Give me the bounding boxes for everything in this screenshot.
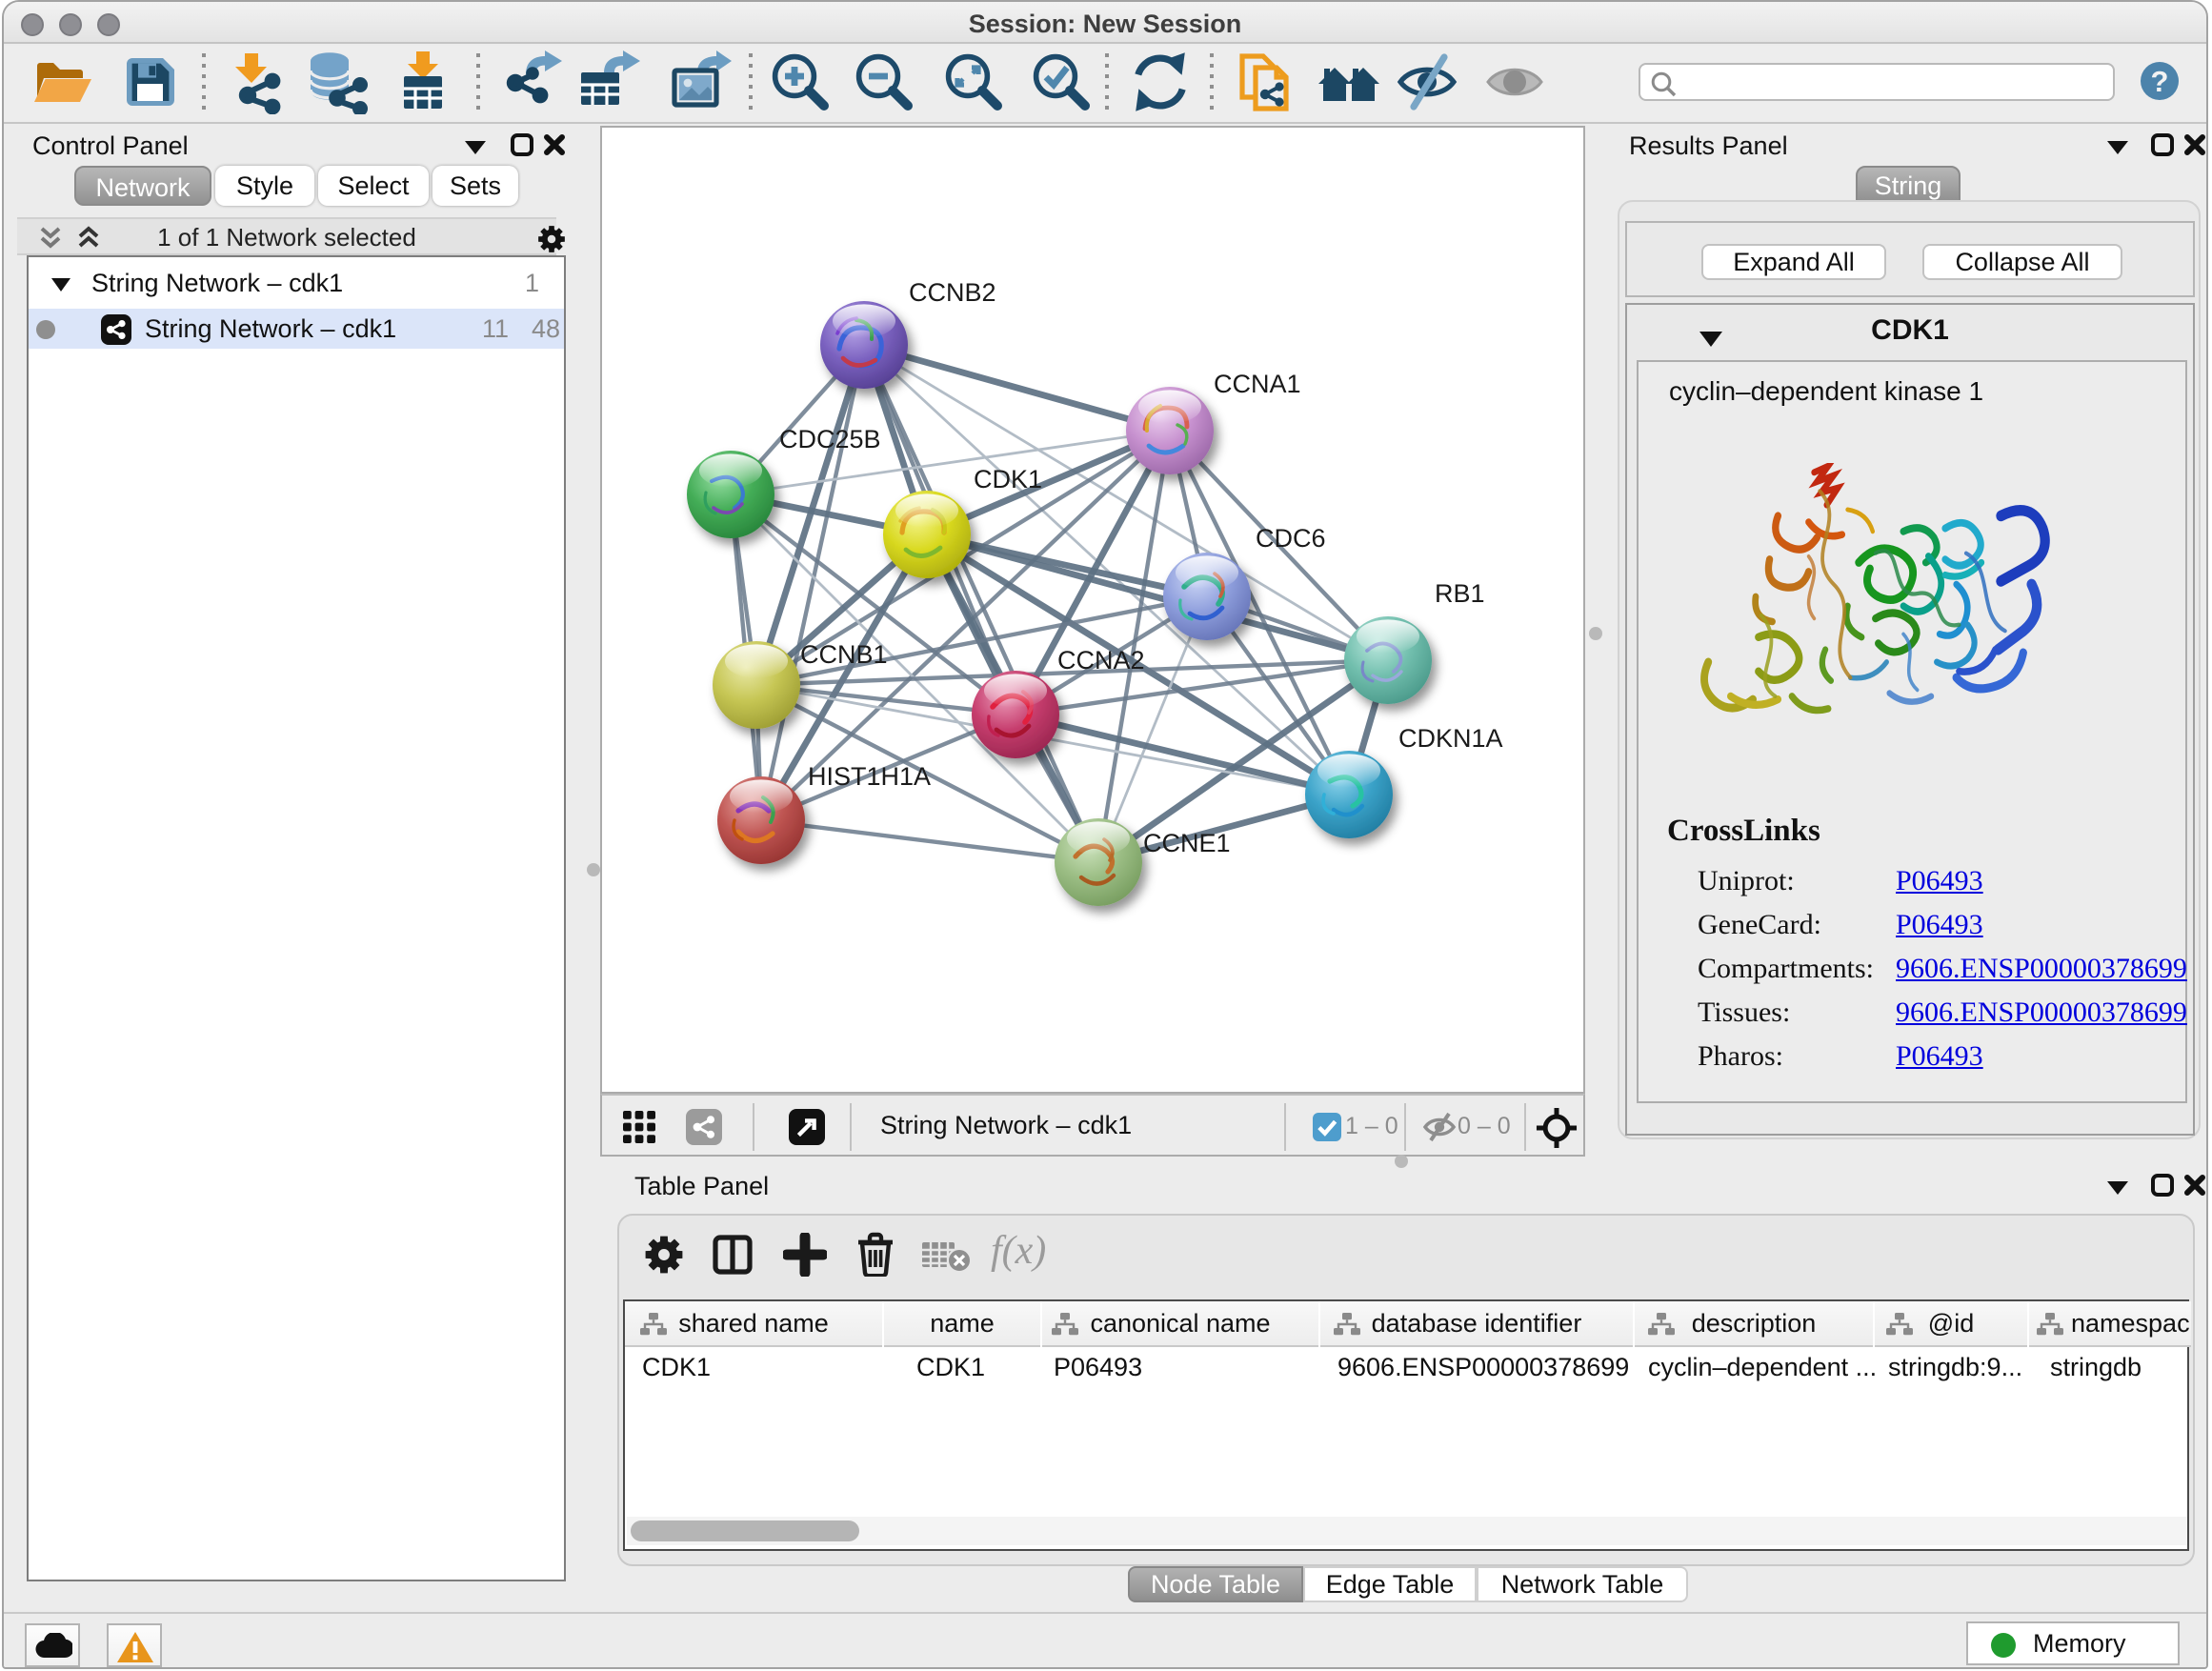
svg-text:?: ? [2151,65,2169,98]
svg-text:CDC25B: CDC25B [779,425,881,453]
svg-text:CCNE1: CCNE1 [1143,829,1231,857]
svg-text:CDC6: CDC6 [1256,524,1326,553]
svg-text:RB1: RB1 [1435,579,1485,608]
svg-text:CDKN1A: CDKN1A [1398,724,1503,753]
svg-text:HIST1H1A: HIST1H1A [808,762,931,791]
svg-text:CCNB2: CCNB2 [909,278,996,307]
svg-text:CCNA2: CCNA2 [1057,646,1145,674]
svg-text:CCNB1: CCNB1 [800,640,888,669]
svg-text:CCNA1: CCNA1 [1214,370,1301,398]
svg-text:CDK1: CDK1 [974,465,1042,493]
